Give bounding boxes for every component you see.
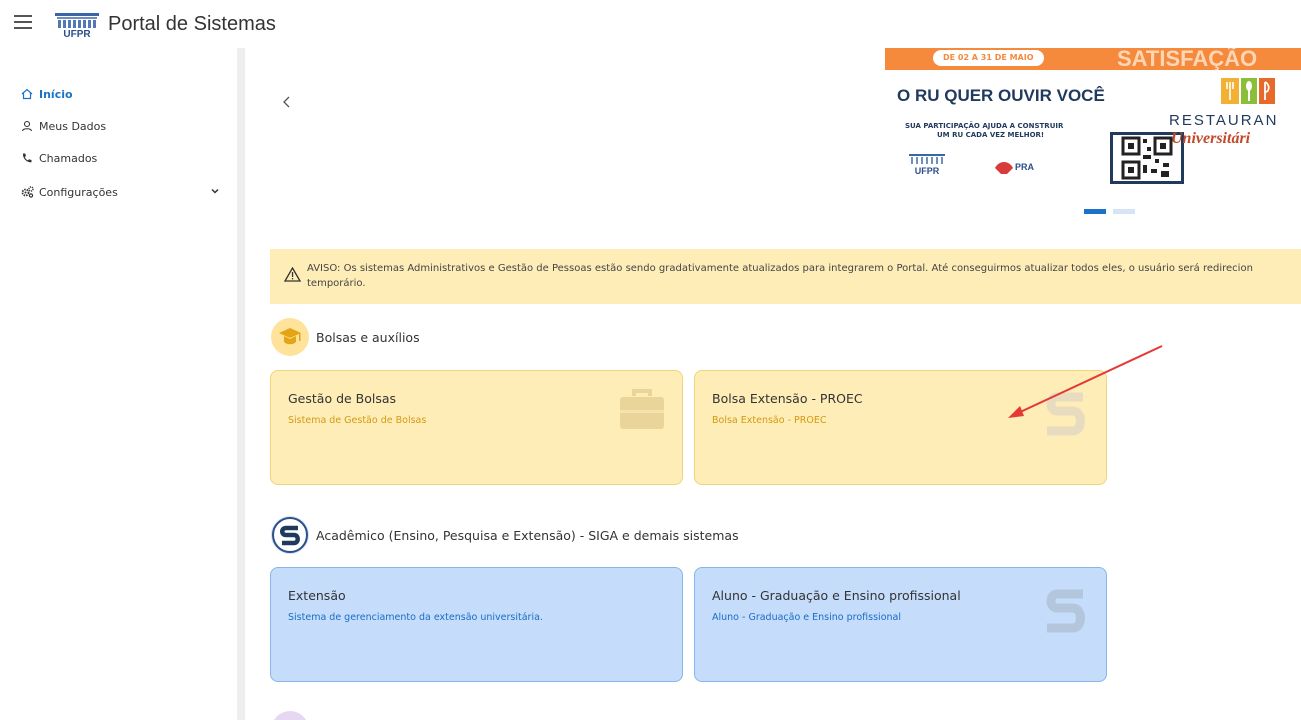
card-gestao-de-bolsas[interactable]: Gestão de Bolsas Sistema de Gestão de Bo… bbox=[270, 370, 683, 485]
banner-headline: O RU QUER OUVIR VOCÊ bbox=[897, 86, 1105, 105]
card-subtitle: Sistema de gerenciamento da extensão uni… bbox=[288, 612, 543, 623]
card-title: Bolsa Extensão - PROEC bbox=[712, 391, 863, 406]
notice-line-1: AVISO: Os sistemas Administrativos e Ges… bbox=[307, 263, 1253, 274]
banner-satisfacao: SATISFAÇÃO bbox=[1117, 48, 1258, 71]
banner-restaurante: RESTAURAN bbox=[1169, 112, 1279, 129]
banner-subline-2: UM RU CADA VEZ MELHOR! bbox=[937, 131, 1045, 139]
card-aluno-graduacao[interactable]: Aluno - Graduação e Ensino profissional … bbox=[694, 567, 1107, 682]
sidebar-item-label: Meus Dados bbox=[39, 119, 107, 133]
card-bolsa-extensao-proec[interactable]: Bolsa Extensão - PROEC Bolsa Extensão - … bbox=[694, 370, 1107, 485]
graduation-cap-icon bbox=[271, 318, 309, 356]
banner-universitario: Universitári bbox=[1171, 130, 1251, 147]
siga-s-icon bbox=[1043, 389, 1087, 443]
sidebar: Início Meus Dados Chamados Configurações bbox=[0, 48, 245, 720]
sidebar-item-label: Chamados bbox=[39, 151, 98, 165]
portal-title: Portal de Sistemas bbox=[108, 13, 276, 35]
gears-icon bbox=[20, 185, 34, 199]
svg-text:PRA: PRA bbox=[1015, 162, 1035, 172]
card-title: Gestão de Bolsas bbox=[288, 391, 397, 406]
chevron-left-icon bbox=[283, 96, 290, 108]
notice-text: AVISO: Os sistemas Administrativos e Ges… bbox=[307, 261, 1297, 291]
card-subtitle: Aluno - Graduação e Ensino profissional bbox=[712, 612, 901, 623]
carousel-prev-button[interactable] bbox=[279, 90, 295, 114]
sidebar-item-label: Início bbox=[39, 87, 73, 101]
notice-alert: AVISO: Os sistemas Administrativos e Ges… bbox=[270, 249, 1301, 304]
carousel-banner[interactable]: DE 02 A 31 DE MAIO SATISFAÇÃO O RU QUER … bbox=[885, 48, 1301, 198]
warning-icon bbox=[283, 266, 302, 286]
hamburger-menu-icon[interactable] bbox=[14, 14, 34, 30]
siga-s-icon bbox=[1043, 586, 1087, 640]
svg-text:UFPR: UFPR bbox=[63, 29, 91, 38]
card-subtitle: Sistema de Gestão de Bolsas bbox=[288, 415, 427, 426]
banner-ufpr-logo: UFPR bbox=[907, 153, 947, 176]
section-title-bolsas: Bolsas e auxílios bbox=[316, 330, 420, 345]
cutlery-icon bbox=[1219, 76, 1279, 112]
phone-icon bbox=[20, 151, 34, 165]
card-title: Aluno - Graduação e Ensino profissional bbox=[712, 588, 961, 603]
siga-logo-icon bbox=[271, 516, 309, 554]
ufpr-logo: UFPR bbox=[53, 12, 103, 40]
sidebar-item-meus-dados[interactable]: Meus Dados bbox=[20, 116, 225, 136]
user-icon bbox=[20, 119, 34, 133]
card-extensao[interactable]: Extensão Sistema de gerenciamento da ext… bbox=[270, 567, 683, 682]
section-title-academico: Acadêmico (Ensino, Pesquisa e Extensão) … bbox=[316, 528, 739, 543]
card-subtitle: Bolsa Extensão - PROEC bbox=[712, 415, 827, 426]
sidebar-item-label: Configurações bbox=[39, 185, 118, 199]
banner-date-pill: DE 02 A 31 DE MAIO bbox=[933, 50, 1044, 66]
card-title: Extensão bbox=[288, 588, 346, 603]
banner-subline-1: SUA PARTICIPAÇÃO AJUDA A CONSTRUIR bbox=[905, 122, 1064, 130]
home-icon bbox=[20, 87, 34, 101]
carousel-indicator-1[interactable] bbox=[1084, 209, 1106, 214]
top-bar: UFPR Portal de Sistemas bbox=[0, 0, 1301, 48]
next-section-icon bbox=[271, 711, 309, 720]
sidebar-item-configuracoes[interactable]: Configurações bbox=[20, 182, 225, 202]
banner-pra-logo: PRA bbox=[993, 158, 1053, 182]
carousel-indicator-2[interactable] bbox=[1113, 209, 1135, 214]
briefcase-icon bbox=[619, 388, 665, 434]
svg-text:UFPR: UFPR bbox=[915, 166, 940, 175]
sidebar-item-chamados[interactable]: Chamados bbox=[20, 148, 225, 168]
notice-line-2: temporário. bbox=[307, 278, 366, 289]
chevron-down-icon[interactable] bbox=[210, 186, 220, 199]
sidebar-item-inicio[interactable]: Início bbox=[20, 84, 225, 104]
